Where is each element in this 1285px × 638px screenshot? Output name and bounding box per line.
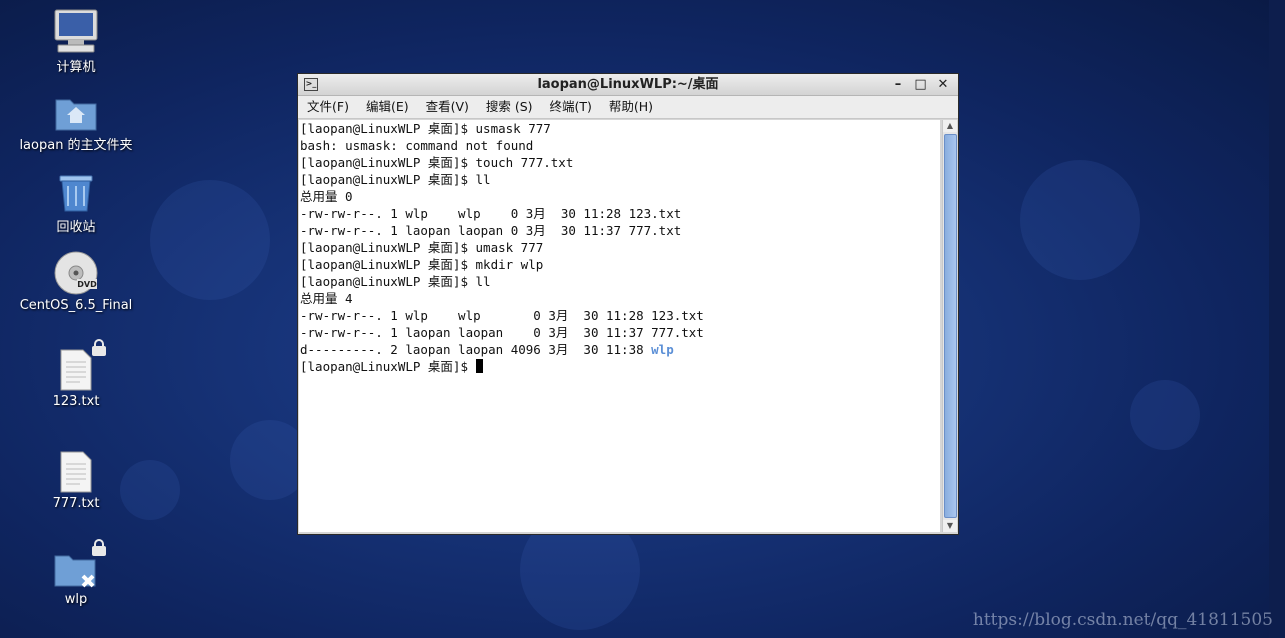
- scroll-thumb[interactable]: [944, 134, 957, 518]
- terminal-prompt-line[interactable]: [laopan@LinuxWLP 桌面]$: [299, 358, 940, 375]
- menu-file[interactable]: 文件(F): [307, 99, 349, 114]
- menu-search[interactable]: 搜索 (S): [486, 99, 533, 114]
- terminal-line: bash: usmask: command not found: [300, 138, 534, 153]
- menu-terminal[interactable]: 终端(T): [550, 99, 592, 114]
- terminal-line: [laopan@LinuxWLP 桌面]$ ll: [300, 274, 491, 289]
- menu-bar: 文件(F) 编辑(E) 查看(V) 搜索 (S) 终端(T) 帮助(H): [298, 96, 958, 119]
- desktop-icon-label: laopan 的主文件夹: [19, 138, 133, 153]
- minimize-button[interactable]: –: [889, 74, 907, 95]
- lock-icon: [92, 539, 106, 556]
- desktop-icon-777txt[interactable]: 777.txt: [16, 450, 136, 511]
- terminal-line: [laopan@LinuxWLP 桌面]$ ll: [300, 172, 491, 187]
- terminal-line: -rw-rw-r--. 1 wlp wlp 0 3月 30 11:28 123.…: [300, 206, 682, 221]
- window-titlebar[interactable]: >_ laopan@LinuxWLP:~/桌面 – □ ✕: [298, 74, 958, 96]
- terminal-line: [laopan@LinuxWLP 桌面]$ mkdir wlp: [300, 257, 544, 272]
- terminal-line: -rw-rw-r--. 1 laopan laopan 0 3月 30 11:3…: [300, 325, 704, 340]
- scroll-up-icon[interactable]: ▲: [943, 120, 957, 132]
- terminal-line: [laopan@LinuxWLP 桌面]$ touch 777.txt: [300, 155, 574, 170]
- menu-view[interactable]: 查看(V): [426, 99, 469, 114]
- desktop-icon-computer[interactable]: 计算机: [16, 8, 136, 75]
- vertical-scrollbar[interactable]: ▲ ▼: [942, 120, 957, 532]
- trash-icon: [54, 170, 98, 214]
- terminal-line: [laopan@LinuxWLP 桌面]$ usmask 777: [300, 121, 551, 136]
- menu-help[interactable]: 帮助(H): [609, 99, 653, 114]
- terminal-window[interactable]: >_ laopan@LinuxWLP:~/桌面 – □ ✕ 文件(F) 编辑(E…: [297, 73, 959, 535]
- close-button[interactable]: ✕: [934, 74, 952, 95]
- dir-entry-prefix: d---------. 2 laopan laopan 4096 3月 30 1…: [300, 342, 652, 357]
- scroll-down-icon[interactable]: ▼: [943, 520, 957, 532]
- desktop-icon-trash[interactable]: 回收站: [16, 170, 136, 235]
- terminal-line-dir: d---------. 2 laopan laopan 4096 3月 30 1…: [299, 341, 940, 358]
- desktop-icon-home[interactable]: laopan 的主文件夹: [16, 92, 136, 153]
- desktop-icon-wlp[interactable]: wlp: [16, 539, 136, 607]
- desktop-icon-label: CentOS_6.5_Final: [19, 298, 133, 313]
- desktop-icon-dvd[interactable]: DVD CentOS_6.5_Final: [16, 250, 136, 313]
- text-cursor: [475, 359, 483, 373]
- dvd-icon: DVD: [53, 250, 99, 296]
- desktop-icon-label: wlp: [64, 592, 88, 607]
- desktop-icon-label: 回收站: [56, 220, 96, 235]
- home-folder-icon: [54, 92, 98, 132]
- terminal-line: 总用量 4: [300, 291, 353, 306]
- terminal-line: 总用量 0: [300, 189, 353, 204]
- terminal-line: -rw-rw-r--. 1 laopan laopan 0 3月 30 11:3…: [300, 223, 682, 238]
- computer-icon: [52, 8, 100, 54]
- svg-text:DVD: DVD: [77, 280, 97, 289]
- desktop-icon-label: 计算机: [56, 60, 96, 75]
- desktop-icon-123txt[interactable]: 123.txt: [16, 339, 136, 409]
- desktop-edge: [1269, 0, 1285, 638]
- watermark: https://blog.csdn.net/qq_41811505: [972, 610, 1273, 630]
- terminal-prompt: [laopan@LinuxWLP 桌面]$: [300, 359, 476, 374]
- desktop-icon-label: 777.txt: [52, 496, 100, 511]
- dir-entry-name: wlp: [651, 342, 674, 357]
- lock-icon: [92, 339, 106, 356]
- window-title: laopan@LinuxWLP:~/桌面: [537, 77, 719, 92]
- desktop-icon-label: 123.txt: [52, 394, 100, 409]
- terminal-line: [laopan@LinuxWLP 桌面]$ umask 777: [300, 240, 544, 255]
- text-file-icon: [56, 450, 96, 494]
- terminal-line: -rw-rw-r--. 1 wlp wlp 0 3月 30 11:28 123.…: [300, 308, 704, 323]
- terminal-output[interactable]: [laopan@LinuxWLP 桌面]$ usmask 777 bash: u…: [299, 120, 940, 532]
- text-file-icon: [56, 348, 96, 392]
- menu-edit[interactable]: 编辑(E): [366, 99, 409, 114]
- maximize-button[interactable]: □: [911, 74, 929, 95]
- terminal-icon: >_: [304, 78, 318, 91]
